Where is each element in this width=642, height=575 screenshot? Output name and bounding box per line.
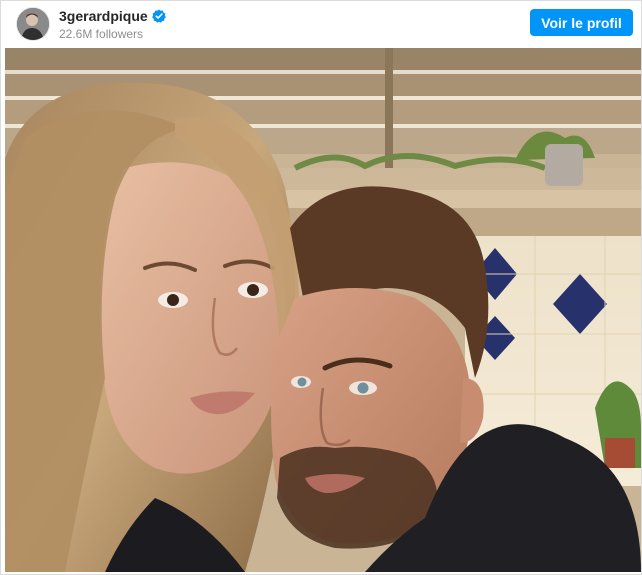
view-profile-button[interactable]: Voir le profil	[530, 9, 633, 36]
username-link[interactable]: 3gerardpique	[59, 8, 148, 24]
selfie-image	[5, 48, 641, 572]
post-header: 3gerardpique 22.6M followers Voir le pro…	[1, 1, 641, 47]
instagram-embed-card: 3gerardpique 22.6M followers Voir le pro…	[0, 0, 642, 575]
username-row: 3gerardpique	[59, 8, 166, 24]
verified-badge-icon	[151, 9, 166, 23]
follower-count: 22.6M followers	[59, 27, 144, 41]
avatar[interactable]	[16, 7, 50, 41]
post-photo[interactable]	[5, 48, 641, 572]
account-meta: 3gerardpique 22.6M followers	[59, 8, 166, 41]
